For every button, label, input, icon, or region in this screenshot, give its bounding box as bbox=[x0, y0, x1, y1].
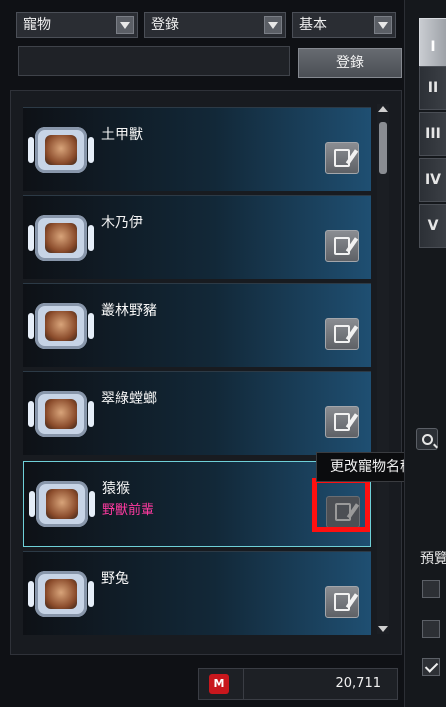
rename-button[interactable] bbox=[325, 318, 359, 350]
pet-face-icon bbox=[46, 489, 78, 519]
zoom-in-icon bbox=[421, 433, 433, 445]
rename-button[interactable] bbox=[325, 586, 359, 618]
rename-button[interactable] bbox=[325, 142, 359, 174]
tab-4[interactable]: IV bbox=[419, 158, 446, 202]
scroll-down-icon[interactable] bbox=[378, 624, 388, 634]
pet-portrait bbox=[28, 303, 94, 349]
category-value: 寵物 bbox=[23, 17, 51, 33]
edit-icon bbox=[334, 593, 350, 611]
pet-face-icon bbox=[45, 311, 77, 341]
currency-amount: 20,711 bbox=[335, 676, 382, 691]
pet-row[interactable]: 土甲獸 bbox=[23, 107, 371, 191]
category-dropdown[interactable]: 寵物 bbox=[16, 12, 138, 38]
chevron-down-icon[interactable] bbox=[264, 16, 282, 34]
pet-row[interactable]: 木乃伊 bbox=[23, 195, 371, 279]
filter-panel: 寵物 登錄 基本 登錄 bbox=[8, 6, 402, 84]
mode-dropdown[interactable]: 基本 bbox=[292, 12, 396, 38]
chevron-down-icon[interactable] bbox=[116, 16, 134, 34]
divider bbox=[243, 669, 244, 699]
pet-portrait bbox=[29, 481, 95, 527]
preview-label: 預覽 bbox=[420, 551, 446, 567]
search-input[interactable] bbox=[18, 46, 290, 76]
pet-name: 木乃伊 bbox=[101, 215, 143, 231]
pet-face-icon bbox=[45, 223, 77, 253]
tab-5[interactable]: V bbox=[419, 204, 446, 248]
edit-icon bbox=[334, 237, 350, 255]
edit-icon bbox=[334, 413, 350, 431]
tab-2[interactable]: II bbox=[419, 66, 446, 110]
pet-face-icon bbox=[45, 579, 77, 609]
pet-row[interactable]: 翠綠螳螂 bbox=[23, 371, 371, 455]
pet-portrait bbox=[28, 215, 94, 261]
pet-portrait bbox=[28, 391, 94, 437]
scroll-thumb[interactable] bbox=[379, 122, 387, 174]
pet-row[interactable]: 叢林野豬 bbox=[23, 283, 371, 367]
rename-button[interactable] bbox=[325, 230, 359, 262]
rename-button[interactable] bbox=[325, 406, 359, 438]
pet-name: 猿猴 bbox=[102, 481, 130, 497]
pet-face-icon bbox=[45, 135, 77, 165]
register-button[interactable]: 登錄 bbox=[298, 48, 402, 78]
zoom-button[interactable] bbox=[416, 428, 438, 450]
chevron-down-icon[interactable] bbox=[374, 16, 392, 34]
currency-icon: M bbox=[209, 674, 229, 694]
pet-face-icon bbox=[45, 399, 77, 429]
pet-portrait bbox=[28, 571, 94, 617]
preview-checkbox-3[interactable] bbox=[422, 658, 440, 676]
preview-checkbox-2[interactable] bbox=[422, 620, 440, 638]
pet-name: 叢林野豬 bbox=[101, 303, 157, 319]
mode-value: 基本 bbox=[299, 17, 327, 33]
currency-bar: M 20,711 bbox=[198, 668, 398, 700]
highlight-box bbox=[312, 478, 370, 532]
preview-checkbox-1[interactable] bbox=[422, 580, 440, 598]
pet-name: 野兔 bbox=[101, 571, 129, 587]
pet-title: 野獸前輩 bbox=[102, 503, 155, 518]
edit-icon bbox=[334, 149, 350, 167]
pet-portrait bbox=[28, 127, 94, 173]
pet-list: 土甲獸 木乃伊 叢林野豬 翠綠螳螂 猿猴 野獸前輩 野兔 bbox=[10, 90, 402, 655]
status-dropdown[interactable]: 登錄 bbox=[144, 12, 286, 38]
edit-icon bbox=[334, 325, 350, 343]
tab-3[interactable]: III bbox=[419, 112, 446, 156]
pet-row[interactable]: 野兔 bbox=[23, 551, 371, 635]
scroll-up-icon[interactable] bbox=[378, 104, 388, 114]
pet-name: 土甲獸 bbox=[101, 127, 143, 143]
pet-name: 翠綠螳螂 bbox=[101, 391, 157, 407]
side-panel: I II III IV V bbox=[404, 0, 446, 707]
status-value: 登錄 bbox=[151, 17, 179, 33]
list-scrollbar[interactable] bbox=[377, 104, 389, 634]
